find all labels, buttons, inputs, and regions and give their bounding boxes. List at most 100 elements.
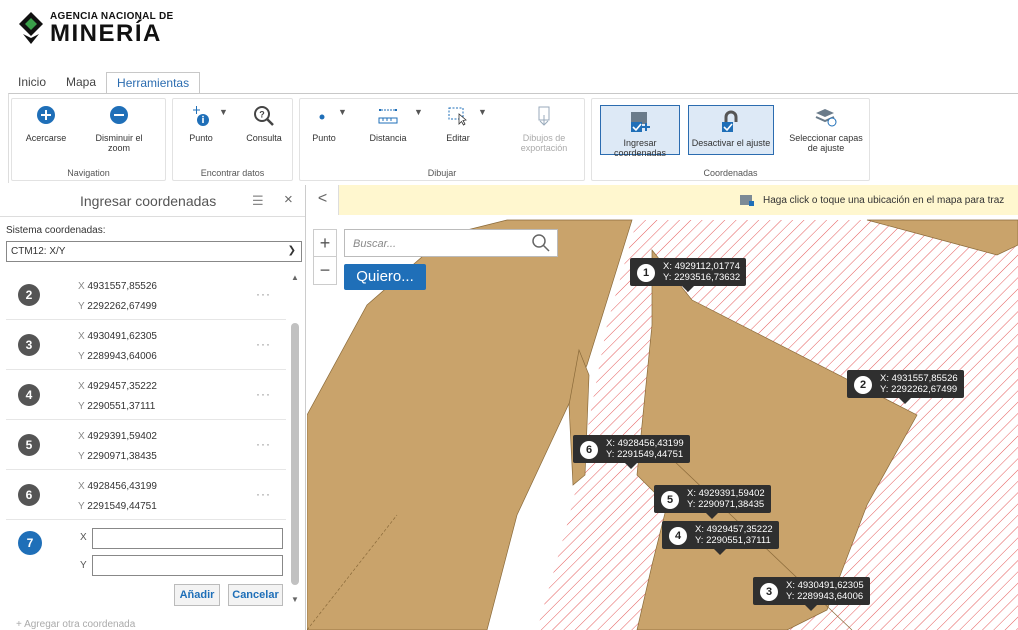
vertex-callout[interactable]: 4 X: 4929457,35222 Y: 2290551,37111	[662, 521, 779, 555]
more-options-icon[interactable]: ···	[256, 337, 271, 351]
distance-dropdown-icon[interactable]: ▼	[414, 107, 423, 117]
list-scrollbar[interactable]: ▲ ▼	[290, 273, 300, 609]
export-drawings-label: Dibujos de exportación	[520, 133, 568, 153]
group-label-coordinates: Coordenadas	[703, 168, 758, 178]
vertex-x: X: 4928456,43199	[606, 438, 684, 449]
map-view[interactable]: < Haga click o toque una ubicación en el…	[307, 185, 1018, 630]
add-button[interactable]: Añadir	[174, 584, 220, 606]
coordinate-row: 3 X 4930491,62305 Y 2289943,64006 ···	[6, 321, 286, 370]
vertex-y: Y: 2292262,67499	[880, 384, 958, 395]
logo: AGENCIA NACIONAL DE MINERÍA	[18, 10, 173, 46]
group-label-navigation: Navigation	[67, 168, 110, 178]
more-options-icon[interactable]: ···	[256, 287, 271, 301]
coordinate-system-value: CTM12: X/Y	[11, 246, 66, 257]
query-label: Consulta	[246, 133, 282, 143]
search-icon[interactable]	[531, 233, 551, 258]
group-coordinates: Ingresar coordenadas Desactivar el ajust…	[591, 98, 870, 181]
row-y-value: Y 2290971,38435	[78, 451, 157, 462]
vertex-y: Y: 2293516,73632	[663, 272, 741, 283]
map-pin-icon	[739, 192, 755, 208]
map-search-box[interactable]: Buscar...	[344, 229, 558, 257]
zoom-out-label: Disminuir el zoom	[95, 133, 143, 153]
vertex-y: Y: 2291549,44751	[606, 449, 684, 460]
row-number-badge: 4	[18, 384, 40, 406]
zoom-out-button[interactable]: Disminuir el zoom	[84, 105, 154, 153]
distance-icon	[360, 105, 416, 129]
export-drawings-button[interactable]: Dibujos de exportación	[512, 105, 576, 153]
vertex-callout[interactable]: 5 X: 4929391,59402 Y: 2290971,38435	[654, 485, 771, 519]
quiero-button[interactable]: Quiero...	[344, 264, 426, 290]
vertex-x: X: 4929112,01774	[663, 261, 740, 272]
vertex-callout[interactable]: 1 X: 4929112,01774 Y: 2293516,73632	[630, 258, 747, 292]
vertex-y: Y: 2290971,38435	[687, 499, 765, 510]
identify-point-button[interactable]: Punto	[179, 105, 223, 143]
new-coordinate-form: 7 X Y Añadir Cancelar	[6, 520, 286, 610]
query-button[interactable]: ? Consulta	[239, 105, 289, 143]
vertex-number: 1	[637, 264, 655, 282]
identify-point-label: Punto	[189, 133, 213, 143]
row-number-badge: 2	[18, 284, 40, 306]
y-coordinate-input[interactable]	[92, 555, 283, 576]
point-dropdown-icon[interactable]: ▼	[219, 107, 228, 117]
zoom-out-icon	[84, 105, 154, 129]
tab-inicio[interactable]: Inicio	[8, 72, 56, 94]
row-number-badge: 6	[18, 484, 40, 506]
distance-button[interactable]: Distancia	[360, 105, 416, 143]
more-options-icon[interactable]: ···	[256, 437, 271, 451]
zoom-in-icon	[16, 105, 76, 129]
coordinate-system-label: Sistema coordenadas:	[6, 225, 106, 236]
close-icon[interactable]: ×	[284, 191, 293, 208]
collapse-panel-button[interactable]: <	[307, 185, 339, 215]
coordinate-system-select[interactable]: CTM12: X/Y ❯	[6, 241, 302, 262]
enter-coordinates-button[interactable]: Ingresar coordenadas	[600, 105, 680, 158]
export-drawings-icon	[512, 105, 576, 129]
disable-snap-label: Desactivar el ajuste	[691, 138, 771, 148]
map-zoom-in-button[interactable]: +	[314, 230, 336, 257]
edit-dropdown-icon[interactable]: ▼	[478, 107, 487, 117]
snap-magnet-icon	[689, 110, 773, 134]
edit-label: Editar	[446, 133, 470, 143]
vertex-number: 4	[669, 527, 687, 545]
row-x-value: X 4928456,43199	[78, 481, 157, 492]
select-snap-layers-button[interactable]: Seleccionar capas de ajuste	[786, 105, 866, 153]
vertex-number: 2	[854, 376, 872, 394]
scroll-down-icon[interactable]: ▼	[291, 595, 299, 604]
panel-header: Ingresar coordenadas ☰ ×	[0, 185, 305, 217]
vertex-callout[interactable]: 2 X: 4931557,85526 Y: 2292262,67499	[847, 370, 964, 404]
draw-point-dropdown-icon[interactable]: ▼	[338, 107, 347, 117]
scroll-thumb[interactable]	[291, 323, 299, 585]
map-zoom-out-button[interactable]: −	[314, 257, 336, 284]
tab-herramientas[interactable]: Herramientas	[106, 72, 201, 94]
search-input[interactable]: Buscar...	[353, 238, 396, 250]
vertex-x: X: 4931557,85526	[880, 373, 958, 384]
draw-point-button[interactable]: Punto	[306, 105, 342, 143]
group-label-draw: Dibujar	[427, 168, 457, 178]
more-options-icon[interactable]: ···	[256, 387, 271, 401]
row-y-value: Y 2289943,64006	[78, 351, 157, 362]
zoom-in-button[interactable]: Acercarse	[16, 105, 76, 143]
vertex-callout[interactable]: 6 X: 4928456,43199 Y: 2291549,44751	[573, 435, 690, 469]
plus-icon: +	[16, 619, 22, 630]
layers-icon	[786, 105, 866, 129]
vertex-callout[interactable]: 3 X: 4930491,62305 Y: 2289943,64006	[753, 577, 870, 611]
disable-snap-button[interactable]: Desactivar el ajuste	[688, 105, 774, 155]
row-number-badge: 3	[18, 334, 40, 356]
scroll-up-icon[interactable]: ▲	[291, 273, 299, 282]
cancel-button[interactable]: Cancelar	[228, 584, 283, 606]
vertex-y: Y: 2290551,37111	[695, 535, 771, 546]
enter-coordinates-label: Ingresar coordenadas	[613, 138, 667, 158]
vertex-number: 5	[661, 491, 679, 509]
logo-emblem	[18, 10, 44, 46]
more-options-icon[interactable]: ···	[256, 487, 271, 501]
menu-icon[interactable]: ☰	[252, 193, 264, 209]
row-x-value: X 4929391,59402	[78, 431, 157, 442]
svg-text:?: ?	[259, 110, 265, 120]
row-x-value: X 4929457,35222	[78, 381, 157, 392]
tab-mapa[interactable]: Mapa	[56, 72, 106, 94]
select-snap-layers-label: Seleccionar capas de ajuste	[789, 133, 863, 153]
x-coordinate-input[interactable]	[92, 528, 283, 549]
distance-label: Distancia	[369, 133, 407, 143]
edit-button[interactable]: Editar	[434, 105, 482, 143]
edit-select-icon	[434, 105, 482, 129]
add-other-coordinate-link[interactable]: + Agregar otra coordenada	[16, 619, 135, 630]
